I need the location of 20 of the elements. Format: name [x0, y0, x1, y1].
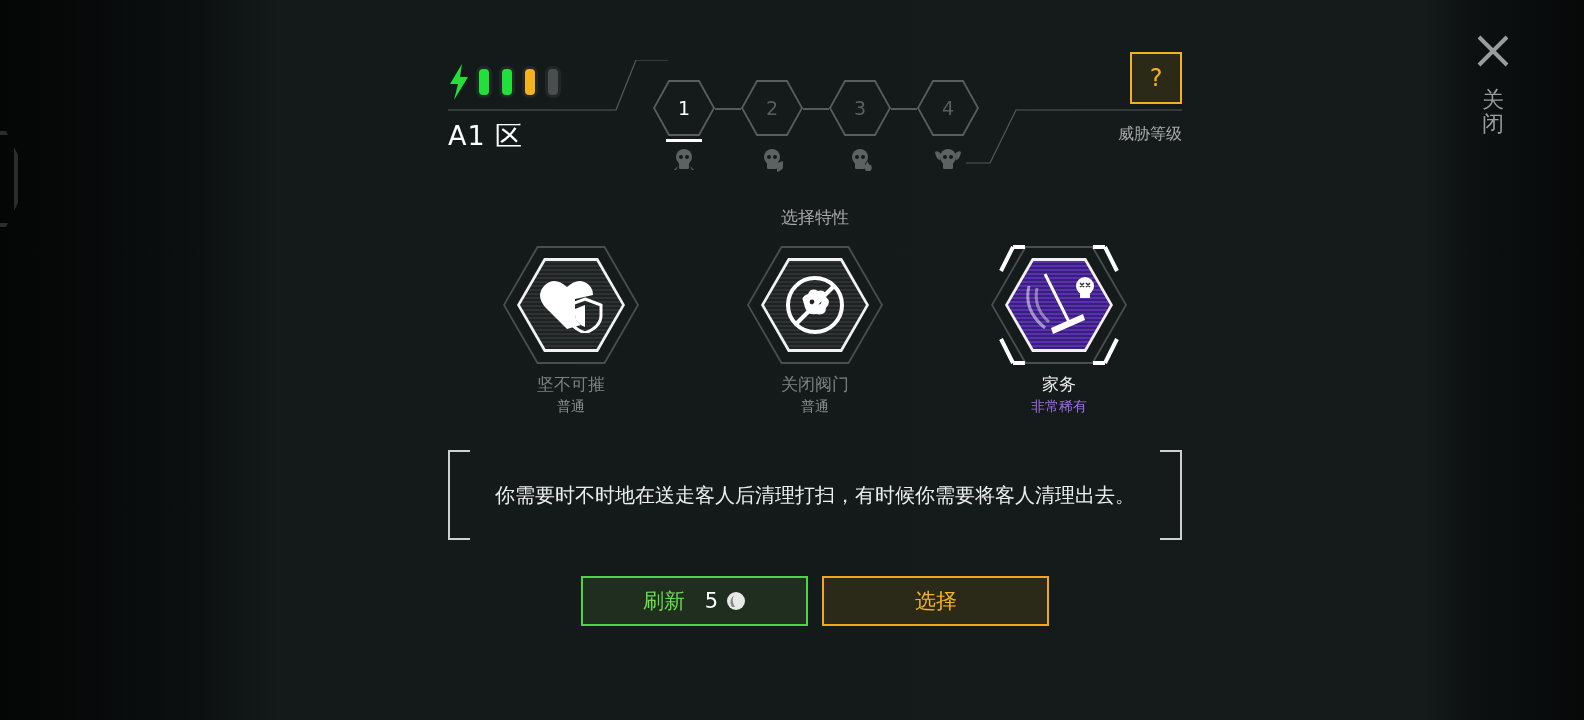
trait-name: 家务 — [1042, 373, 1076, 396]
skull-icon — [934, 148, 962, 172]
close-icon[interactable] — [1476, 34, 1510, 68]
no-gas-icon — [784, 274, 846, 336]
trait-rarity: 非常稀有 — [1031, 398, 1087, 416]
coin-icon — [726, 591, 747, 611]
help-button[interactable]: ? — [1130, 52, 1182, 104]
threat-level-label: 威胁等级 — [1118, 124, 1182, 145]
close-label[interactable]: 关闭 — [1482, 88, 1504, 137]
threat-level-tab[interactable]: 1 — [653, 80, 715, 136]
trait-description: 你需要时不时地在送走客人后清理打扫，有时候你需要将客人清理出去。 — [494, 482, 1136, 509]
section-title: 选择特性 — [780, 206, 850, 229]
lightning-icon — [448, 64, 470, 100]
zone-title: A1 区 — [448, 119, 525, 153]
trait-name: 关闭阀门 — [781, 373, 849, 396]
select-button[interactable]: 选择 — [822, 576, 1049, 626]
trait-rarity: 普通 — [557, 398, 585, 416]
trait-rarity: 普通 — [801, 398, 829, 416]
trait-name: 坚不可摧 — [537, 373, 605, 396]
refresh-button[interactable]: 刷新 5 — [581, 576, 808, 626]
